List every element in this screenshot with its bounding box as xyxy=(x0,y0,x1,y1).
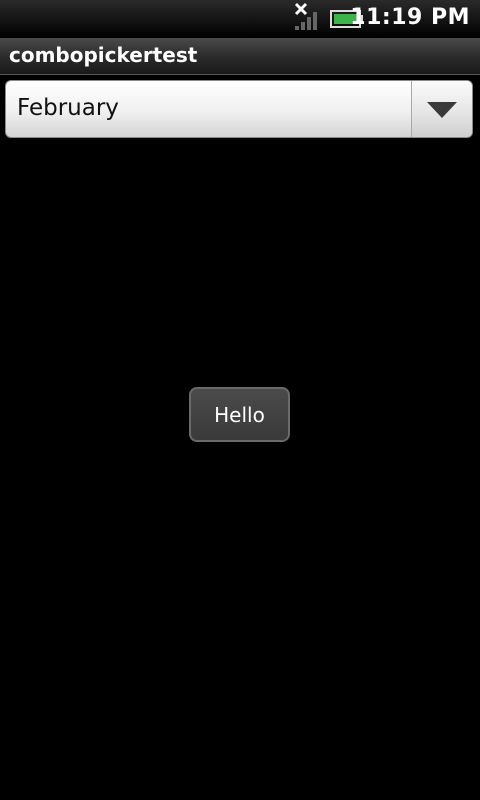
month-spinner[interactable]: February xyxy=(5,80,473,138)
app-title-bar: combopickertest xyxy=(0,38,480,75)
signal-off-icon xyxy=(294,2,317,30)
spinner-selected-value: February xyxy=(17,95,119,121)
app-title: combopickertest xyxy=(9,43,198,67)
hello-button[interactable]: Hello xyxy=(189,387,290,442)
status-time: 11:19 PM xyxy=(350,5,470,30)
spinner-dropdown-button[interactable] xyxy=(411,81,472,137)
status-bar: 11:19 PM xyxy=(0,0,480,38)
triangle-down-icon xyxy=(427,102,457,118)
